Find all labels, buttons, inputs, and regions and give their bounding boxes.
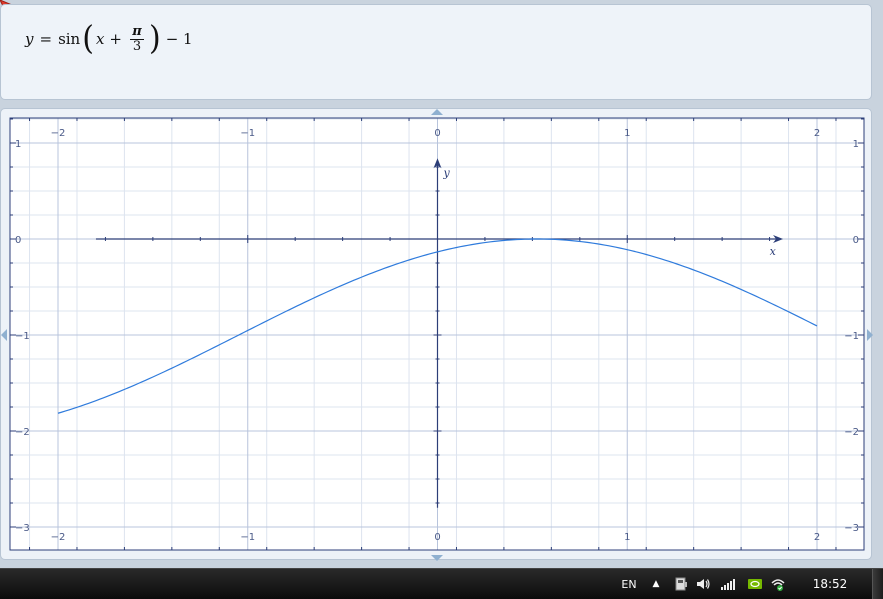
formula-panel[interactable]: y = sin ( x + π 3 ) − 1 xyxy=(0,4,872,100)
y-axis-label: y xyxy=(443,167,451,180)
formula-equals: = xyxy=(39,30,53,48)
formula-plus: + xyxy=(109,30,122,48)
clock[interactable]: 18:52 xyxy=(810,569,850,599)
speaker-icon[interactable] xyxy=(694,569,712,599)
formula-fraction: π 3 xyxy=(129,23,144,54)
y-tick-label-right: −1 xyxy=(844,331,859,342)
x-tick-label-top: −2 xyxy=(51,128,66,139)
y-tick-label-left: 0 xyxy=(15,235,21,246)
formula-close-paren: ) xyxy=(148,19,161,58)
nvidia-icon[interactable] xyxy=(744,569,766,599)
taskbar: EN ▲ 18:52 xyxy=(0,568,883,599)
resize-handle-top-icon xyxy=(431,109,443,115)
resize-handle-bottom-icon xyxy=(431,555,443,561)
show-desktop-button[interactable] xyxy=(872,569,883,599)
y-tick-label-left: 1 xyxy=(15,139,21,150)
signal-bars-icon[interactable] xyxy=(718,569,738,599)
y-tick-label-left: −3 xyxy=(15,523,30,534)
x-tick-label-bottom: −2 xyxy=(51,532,66,543)
formula-var: x xyxy=(95,30,105,48)
x-tick-label-top: 1 xyxy=(624,128,630,139)
formula-numerator: π xyxy=(132,23,142,39)
formula-minus-const: − 1 xyxy=(165,30,193,48)
resize-handle-left-icon xyxy=(1,329,7,341)
x-tick-label-bottom: 2 xyxy=(814,532,820,543)
x-tick-label-top: 0 xyxy=(434,128,440,139)
y-tick-label-right: −2 xyxy=(844,427,859,438)
plot-canvas[interactable]: −2 −2 −1 −1 0 0 1 1 2 2 1 1 0 0 −1 −1 −2 −2 −3 −3 x y xyxy=(1,109,873,561)
x-axis-label: x xyxy=(770,245,777,258)
y-tick-label-left: −1 xyxy=(15,331,30,342)
formula-expression[interactable]: y = sin ( x + π 3 ) − 1 xyxy=(25,19,193,59)
language-indicator[interactable]: EN xyxy=(618,569,640,599)
formula-denominator: 3 xyxy=(132,38,142,54)
y-tick-label-right: −3 xyxy=(844,523,859,534)
y-tick-label-left: −2 xyxy=(15,427,30,438)
formula-func: sin xyxy=(58,30,81,48)
graph-panel[interactable]: −2 −2 −1 −1 0 0 1 1 2 2 1 1 0 0 −1 −1 −2 −2 −3 −3 x y xyxy=(0,108,873,561)
formula-lhs: y xyxy=(25,30,34,48)
resize-handle-right-icon xyxy=(867,329,873,341)
y-tick-label-right: 0 xyxy=(853,235,859,246)
x-tick-label-bottom: 0 xyxy=(434,532,440,543)
x-tick-label-top: −1 xyxy=(240,128,255,139)
network-icon[interactable] xyxy=(768,569,788,599)
formula-open-paren: ( xyxy=(82,19,94,58)
device-icon[interactable] xyxy=(672,569,690,599)
show-hidden-icons-button[interactable]: ▲ xyxy=(650,569,662,599)
y-tick-label-right: 1 xyxy=(853,139,859,150)
x-tick-label-bottom: 1 xyxy=(624,532,630,543)
x-tick-label-bottom: −1 xyxy=(240,532,255,543)
x-tick-label-top: 2 xyxy=(814,128,820,139)
